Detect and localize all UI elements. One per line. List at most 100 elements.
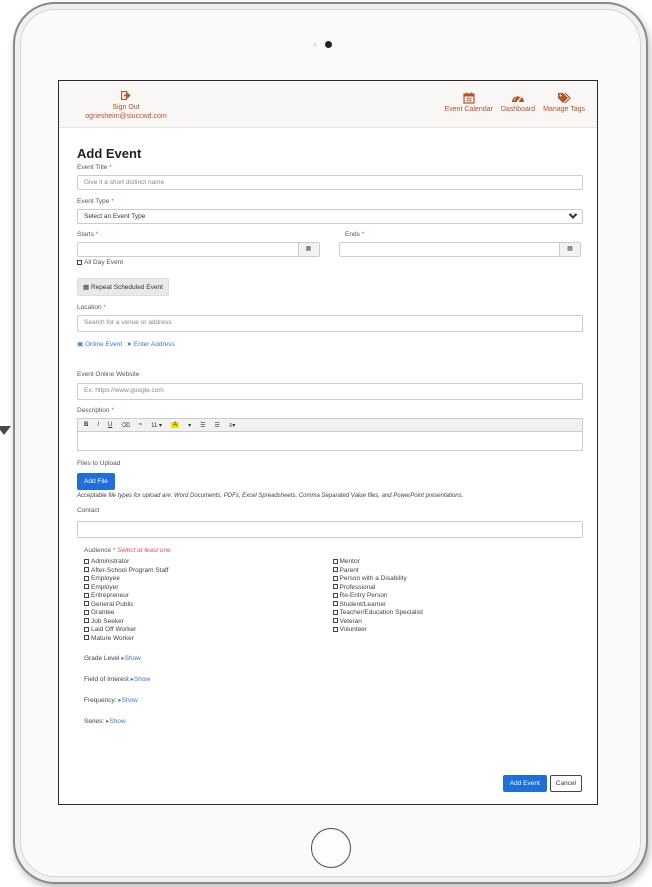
audience-item[interactable]: Job Seeker bbox=[84, 618, 333, 627]
font-size-dropdown[interactable]: 11 ▾ bbox=[151, 422, 162, 429]
audience-item[interactable]: Mentor bbox=[332, 558, 582, 567]
strikethrough-icon[interactable]: ≈ bbox=[139, 422, 142, 428]
audience-item[interactable]: Person with a Disability bbox=[332, 575, 582, 584]
field-of-interest-show-link[interactable]: ▸Show bbox=[131, 676, 151, 683]
required-mark: * bbox=[111, 198, 114, 205]
website-label: Event Online Website bbox=[77, 371, 140, 378]
audience-item[interactable]: Employee bbox=[84, 575, 333, 584]
event-type-select[interactable]: Select an Event Type bbox=[77, 209, 583, 224]
side-arrow-icon bbox=[0, 426, 11, 435]
checkbox[interactable] bbox=[332, 584, 338, 590]
checkbox[interactable] bbox=[84, 567, 89, 573]
grade-level-show-link[interactable]: ▸Show bbox=[121, 655, 141, 662]
frequency-row: Frequency: ▸Show bbox=[77, 696, 581, 704]
online-event-link[interactable]: ▣ Online Event bbox=[77, 341, 122, 348]
calendar-icon: ▦ bbox=[567, 246, 573, 252]
audience-item[interactable]: Teacher/Education Specialist bbox=[332, 609, 582, 618]
nav-dashboard[interactable]: Dashboard bbox=[501, 92, 535, 114]
underline-icon[interactable]: U bbox=[108, 422, 112, 428]
enter-address-link[interactable]: ➤ Enter Address bbox=[127, 341, 175, 348]
cancel-button[interactable]: Cancel bbox=[549, 775, 582, 792]
location-input[interactable]: Search for a venue or address bbox=[77, 315, 583, 332]
checkbox[interactable] bbox=[84, 618, 89, 624]
all-day-checkbox[interactable] bbox=[77, 259, 82, 265]
chevron-down-icon: ▾ bbox=[188, 422, 192, 429]
audience-item[interactable]: Mature Worker bbox=[84, 635, 333, 644]
audience-item[interactable]: Administrator bbox=[84, 558, 333, 567]
audience-item[interactable]: Re-Entry Person bbox=[332, 592, 582, 601]
description-editor[interactable] bbox=[77, 431, 583, 451]
sign-out-label: Sign Out bbox=[112, 104, 140, 111]
checkbox[interactable] bbox=[84, 609, 89, 615]
sign-out-icon bbox=[81, 90, 171, 103]
repeat-scheduled-event-button[interactable]: ▦ Repeat Scheduled Event bbox=[77, 278, 169, 296]
required-mark: * bbox=[103, 304, 106, 311]
audience-item-label: Veteran bbox=[339, 617, 362, 625]
starts-calendar-button[interactable]: ▦ bbox=[297, 243, 319, 256]
ends-calendar-button[interactable]: ▦ bbox=[559, 243, 580, 256]
contact-input[interactable] bbox=[77, 521, 583, 538]
audience-item[interactable]: Entrepreneur bbox=[84, 592, 333, 601]
event-title-input[interactable]: Give it a short distinct name bbox=[77, 175, 583, 190]
audience-item[interactable]: After-School Program Staff bbox=[84, 567, 333, 576]
frequency-show-link[interactable]: ▸Show bbox=[118, 697, 138, 704]
audience-item[interactable]: Grantee bbox=[84, 609, 333, 618]
starts-input[interactable]: ▦ bbox=[77, 242, 320, 257]
description-label: Description * bbox=[77, 407, 581, 415]
audience-item-label: After-School Program Staff bbox=[91, 566, 169, 574]
home-button[interactable] bbox=[311, 828, 351, 868]
eraser-icon[interactable]: ⌫ bbox=[121, 422, 129, 429]
event-type-label-text: Event Type bbox=[77, 198, 110, 205]
ordered-list-icon[interactable]: ☰ bbox=[214, 422, 219, 429]
audience-item-label: Teacher/Education Specialist bbox=[339, 609, 423, 616]
text-color-icon[interactable]: A bbox=[171, 422, 180, 428]
checkbox[interactable] bbox=[332, 609, 338, 615]
audience-item-label: Student/Learner bbox=[339, 600, 387, 608]
unordered-list-icon[interactable]: ☰ bbox=[200, 422, 205, 429]
add-file-button[interactable]: Add File bbox=[77, 473, 115, 490]
website-input[interactable]: Ex: https://www.google.com bbox=[77, 383, 583, 400]
checkbox[interactable] bbox=[332, 575, 338, 581]
show-link-label: Show bbox=[124, 655, 141, 662]
required-mark: * bbox=[111, 407, 114, 414]
dashboard-icon bbox=[501, 92, 535, 105]
bold-icon[interactable]: B bbox=[84, 422, 88, 428]
checkbox[interactable] bbox=[332, 592, 338, 598]
checkbox[interactable] bbox=[84, 558, 89, 564]
show-link-label: Show bbox=[133, 676, 151, 683]
audience-item[interactable]: General Public bbox=[84, 601, 333, 610]
sign-out-link[interactable]: Sign Out ogriesheim@siuccwd.com bbox=[81, 90, 171, 121]
align-icon[interactable]: ≡▾ bbox=[229, 422, 236, 429]
calendar-icon: ▦ bbox=[83, 284, 90, 291]
checkbox[interactable] bbox=[84, 592, 89, 598]
checkbox[interactable] bbox=[332, 558, 338, 564]
checkbox[interactable] bbox=[84, 626, 89, 632]
audience-item[interactable]: Veteran bbox=[332, 617, 582, 627]
required-mark: * bbox=[361, 231, 365, 238]
audience-item[interactable]: Professional bbox=[332, 583, 582, 593]
audience-item[interactable]: Employer bbox=[84, 584, 333, 593]
nav-manage-tags[interactable]: Manage Tags bbox=[543, 92, 585, 114]
date-inputs-row: ▦ ▦ bbox=[77, 242, 581, 257]
event-type-label: Event Type * bbox=[77, 198, 581, 206]
audience-item-label: Professional bbox=[339, 583, 376, 591]
audience-item[interactable]: Parent bbox=[332, 567, 582, 576]
starts-label-text: Starts bbox=[77, 231, 94, 238]
ends-input[interactable]: ▦ bbox=[338, 242, 581, 257]
audience-item[interactable]: Volunteer bbox=[332, 626, 582, 635]
audience-item[interactable]: Student/Learner bbox=[332, 600, 582, 610]
nav-event-calendar[interactable]: Event Calendar bbox=[445, 92, 493, 114]
audience-item[interactable]: Laid Off Worker bbox=[84, 626, 333, 635]
checkbox[interactable] bbox=[84, 635, 89, 641]
checkbox[interactable] bbox=[84, 575, 89, 581]
checkbox[interactable] bbox=[84, 601, 89, 607]
checkbox[interactable] bbox=[332, 601, 338, 607]
italic-icon[interactable]: I bbox=[97, 422, 99, 428]
series-show-link[interactable]: ▸Show bbox=[106, 718, 126, 725]
checkbox[interactable] bbox=[84, 584, 89, 590]
checkbox[interactable] bbox=[332, 618, 338, 624]
checkbox[interactable] bbox=[332, 626, 338, 632]
checkbox[interactable] bbox=[332, 567, 338, 573]
audience-item-label: Re-Entry Person bbox=[339, 592, 388, 599]
add-event-button[interactable]: Add Event bbox=[502, 775, 547, 792]
